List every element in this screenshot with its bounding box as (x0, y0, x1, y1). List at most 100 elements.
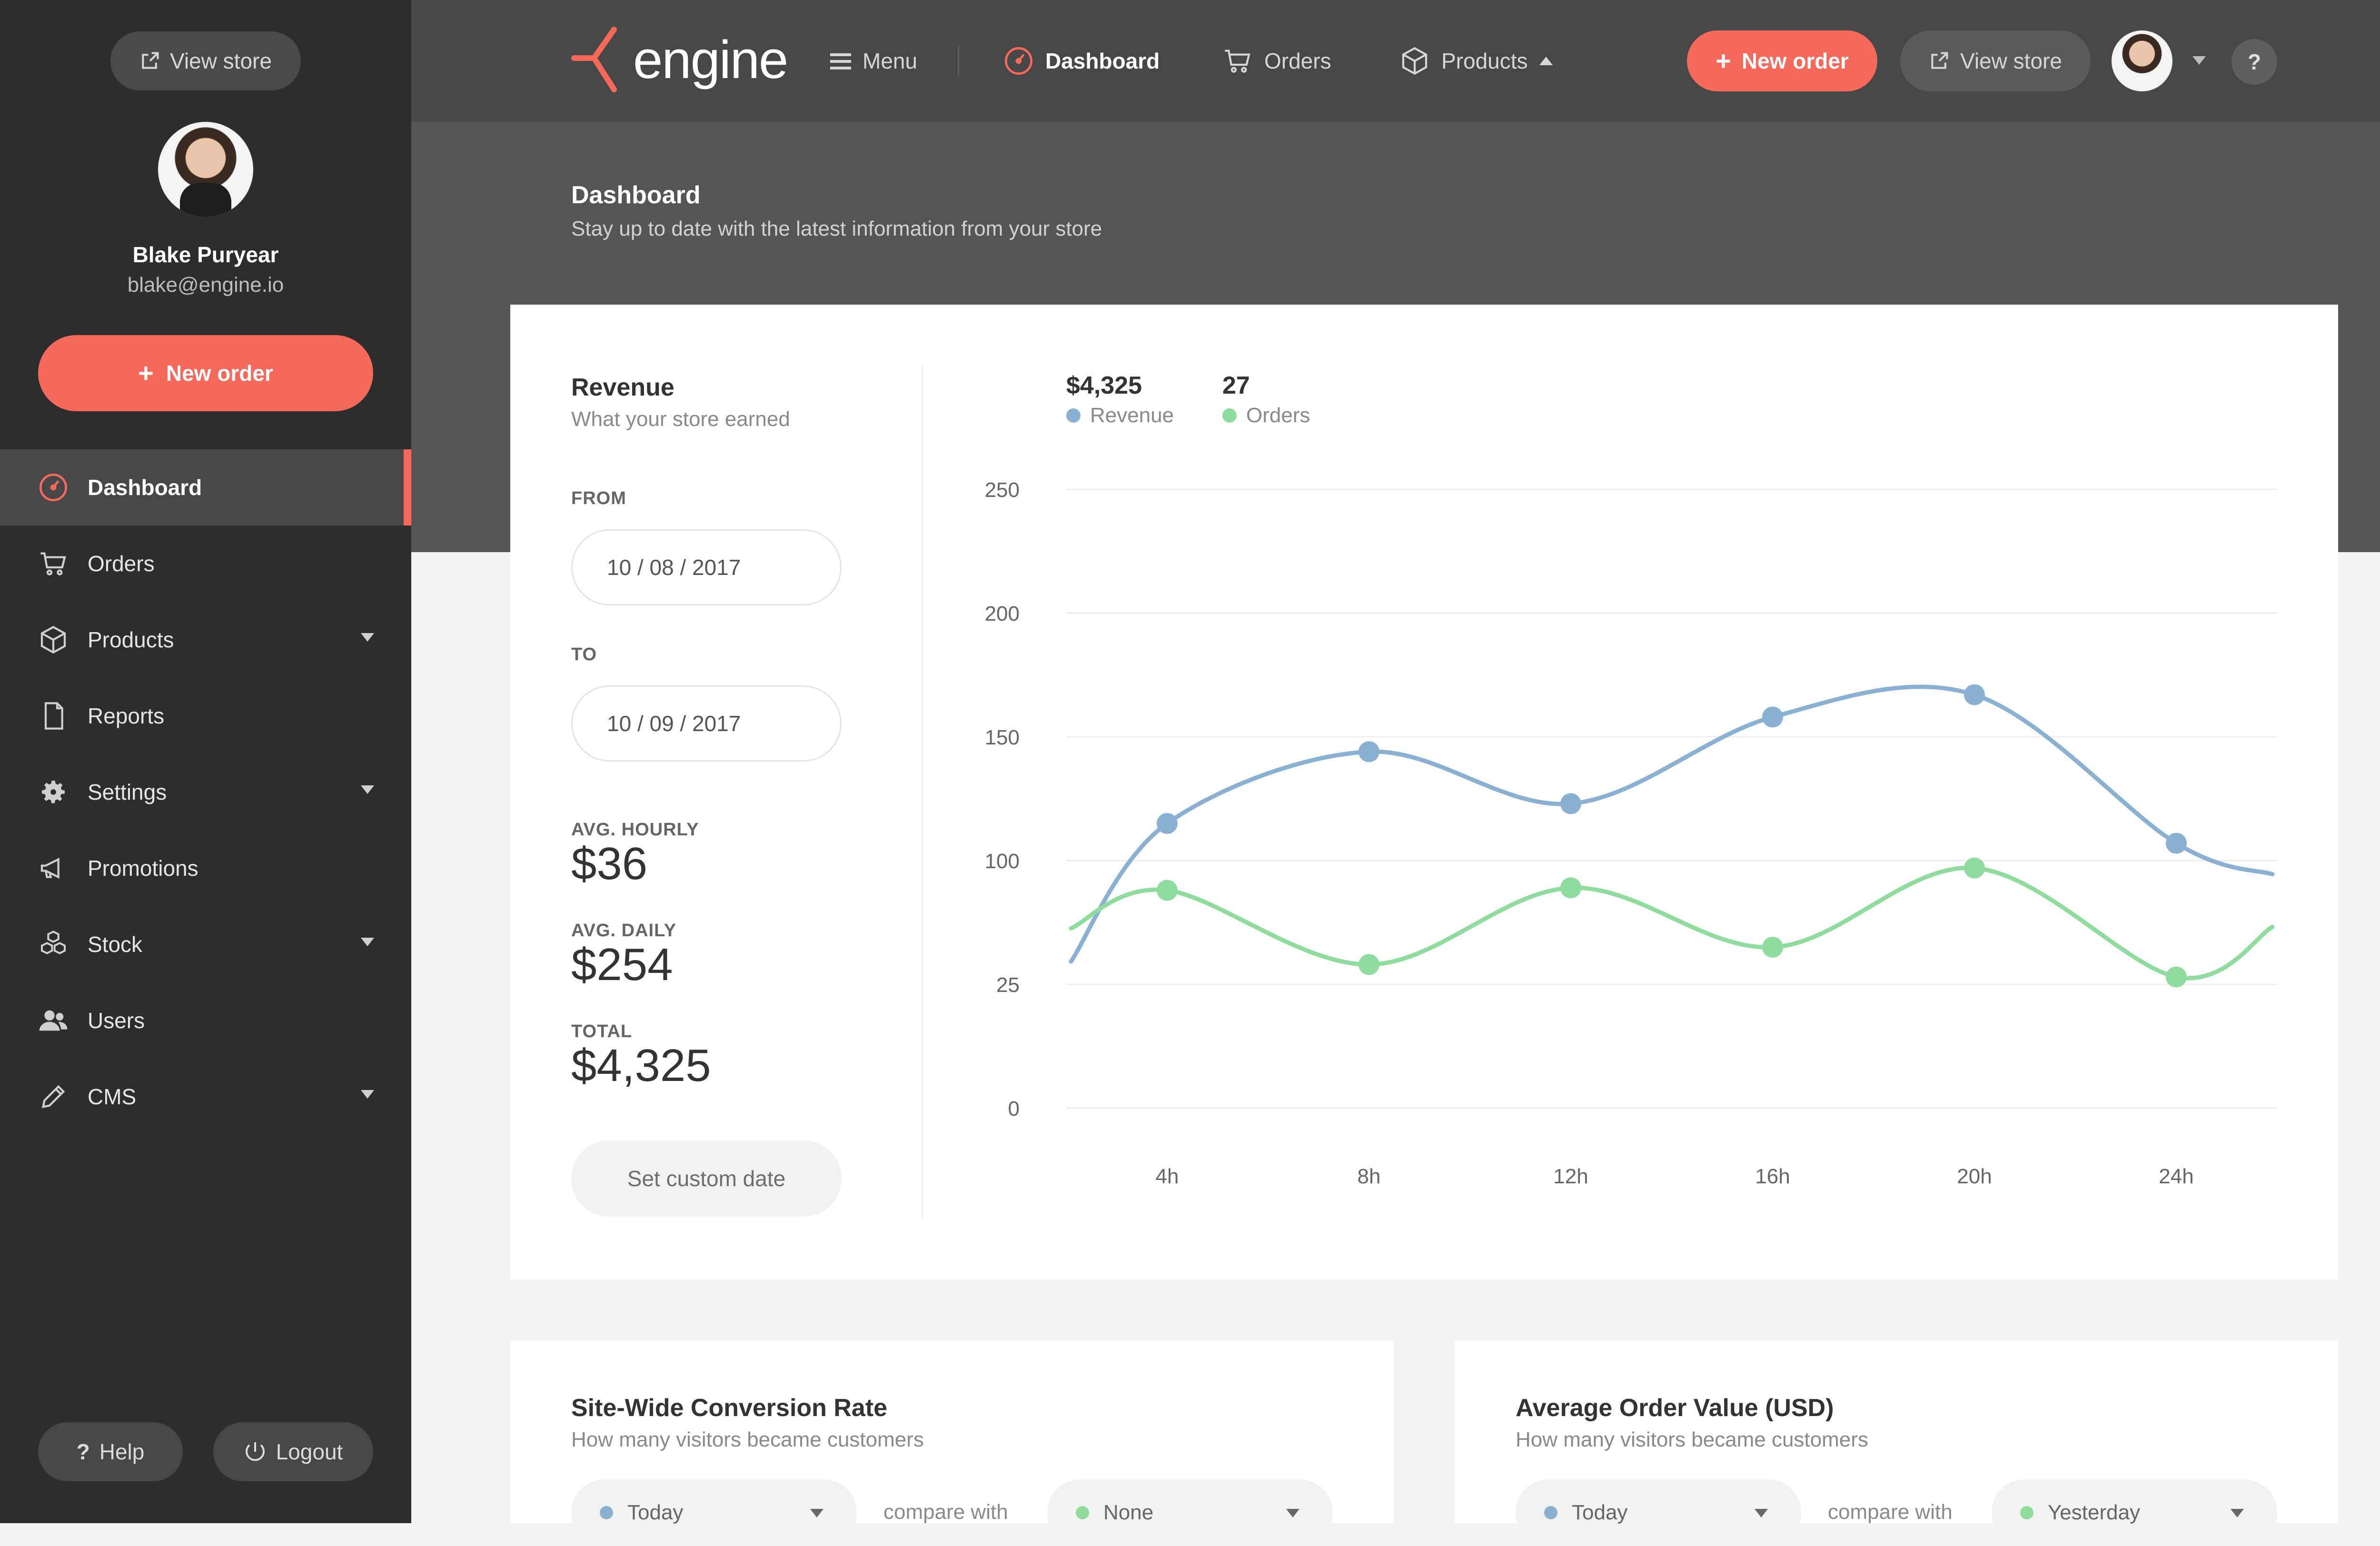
sidebar-item-label: CMS (88, 1084, 137, 1109)
avatar[interactable] (158, 122, 253, 217)
page-title: Dashboard (571, 181, 701, 209)
help-icon-button[interactable]: ? (2231, 39, 2277, 85)
y-tick-label: 200 (985, 602, 1020, 625)
power-icon (245, 1442, 265, 1461)
y-tick-label: 100 (985, 850, 1020, 873)
data-point-orders (1560, 877, 1581, 899)
help-label: Help (99, 1439, 145, 1464)
nav-dashboard[interactable]: Dashboard (1003, 42, 1160, 80)
chevron-down-icon (2231, 1509, 2244, 1517)
data-point-revenue (1560, 793, 1581, 814)
x-tick-label: 8h (1358, 1165, 1381, 1188)
sidebar-item-label: Orders (88, 551, 155, 576)
stacked-boxes-icon (38, 929, 69, 960)
chevron-down-icon[interactable] (2192, 56, 2206, 65)
chevron-down-icon (361, 785, 374, 794)
y-tick-label: 250 (985, 478, 1020, 502)
data-point-orders (2166, 966, 2187, 988)
aov-subtitle: How many visitors became customers (1516, 1428, 1868, 1451)
view-store-button[interactable]: View store (1900, 30, 2091, 91)
chevron-down-icon (361, 938, 374, 946)
cart-icon (38, 548, 69, 579)
chevron-down-icon (1755, 1509, 1768, 1517)
aov-card: Average Order Value (USD) How many visit… (1455, 1340, 2338, 1546)
aov-compare-select[interactable]: Yesterday (1992, 1479, 2277, 1546)
x-tick-label: 20h (1957, 1165, 1992, 1188)
user-name: Blake Puryear (132, 242, 279, 267)
new-order-label: New order (1741, 49, 1849, 73)
nav-orders[interactable]: Orders (1222, 42, 1331, 80)
help-button[interactable]: ? Help (38, 1422, 183, 1481)
dashboard-gauge-icon (38, 472, 69, 503)
sidebar-item-dashboard[interactable]: Dashboard (0, 449, 411, 525)
data-point-orders (1964, 857, 1985, 879)
users-icon (38, 1005, 69, 1036)
data-point-revenue (1359, 741, 1379, 763)
nav-divider (958, 46, 959, 76)
avatar[interactable] (2112, 30, 2172, 91)
compare-dot-icon (1076, 1506, 1089, 1519)
range-dot-icon (1544, 1506, 1557, 1519)
y-tick-label: 0 (1008, 1097, 1020, 1120)
series-line-revenue (1069, 684, 2275, 964)
y-tick-label: 150 (985, 726, 1020, 749)
data-point-revenue (2166, 832, 2187, 854)
sidebar-item-label: Stock (88, 932, 143, 957)
new-order-button[interactable]: + New order (1687, 30, 1877, 91)
range-dot-icon (600, 1506, 613, 1519)
sidebar-item-settings[interactable]: Settings (0, 754, 411, 830)
user-email: blake@engine.io (127, 273, 284, 297)
plus-icon: + (138, 358, 154, 388)
menu-label: Menu (863, 49, 918, 73)
x-tick-label: 12h (1553, 1165, 1588, 1188)
conversion-compare-select[interactable]: None (1047, 1479, 1333, 1546)
x-tick-label: 16h (1755, 1165, 1790, 1188)
logo-text: engine (633, 30, 788, 89)
megaphone-icon (38, 853, 69, 883)
data-point-orders (1359, 954, 1379, 975)
data-point-orders (1157, 880, 1178, 901)
compare-dot-icon (2020, 1506, 2033, 1519)
logout-button[interactable]: Logout (213, 1422, 373, 1481)
question-icon: ? (76, 1439, 90, 1464)
top-navigation: engine Menu Dashboard Orders Products + … (411, 0, 2380, 122)
gear-icon (38, 777, 69, 807)
sidebar-item-promotions[interactable]: Promotions (0, 830, 411, 906)
menu-button[interactable]: Menu (830, 42, 917, 80)
revenue-chart: 0 25 100 150 200 250 4h 8h 12h 16h 20h 24h (985, 478, 2277, 1188)
sidebar-item-orders[interactable]: Orders (0, 525, 411, 602)
revenue-card: Revenue What your store earned FROM 10 /… (510, 305, 2338, 1279)
hamburger-icon (830, 53, 851, 69)
cart-icon (1225, 50, 1250, 73)
sidebar-view-store-button[interactable]: View store (110, 31, 301, 90)
external-link-icon (1931, 52, 1948, 69)
series-line-orders (1069, 865, 2275, 981)
sidebar-item-users[interactable]: Users (0, 982, 411, 1059)
sidebar-item-reports[interactable]: Reports (0, 678, 411, 754)
sidebar-item-cms[interactable]: CMS (0, 1059, 411, 1135)
conversion-title: Site-Wide Conversion Rate (571, 1394, 888, 1422)
sidebar-item-label: Products (88, 627, 174, 652)
sidebar-item-stock[interactable]: Stock (0, 906, 411, 982)
sidebar-item-label: Users (88, 1008, 145, 1033)
pencil-icon (38, 1081, 69, 1112)
sidebar-item-label: Settings (88, 780, 167, 804)
sidebar-item-label: Dashboard (88, 475, 202, 500)
box-icon (1402, 47, 1428, 75)
sidebar-new-order-button[interactable]: + New order (38, 335, 373, 411)
page-subtitle: Stay up to date with the latest informat… (571, 217, 1102, 240)
aov-range-select[interactable]: Today (1516, 1479, 1801, 1546)
aov-compare-value: Yesterday (2048, 1501, 2141, 1524)
external-link-icon (142, 52, 159, 69)
conversion-range-select[interactable]: Today (571, 1479, 857, 1546)
nav-products[interactable]: Products (1399, 42, 1553, 80)
sidebar-new-order-label: New order (166, 361, 273, 386)
plus-icon: + (1716, 46, 1731, 76)
sidebar-item-products[interactable]: Products (0, 602, 411, 678)
data-point-revenue (1964, 684, 1985, 705)
compare-label: compare with (883, 1500, 1008, 1524)
y-tick-label: 25 (996, 973, 1020, 997)
conversion-subtitle: How many visitors became customers (571, 1428, 924, 1451)
engine-logo[interactable]: engine (571, 24, 788, 95)
data-point-orders (1762, 937, 1783, 958)
